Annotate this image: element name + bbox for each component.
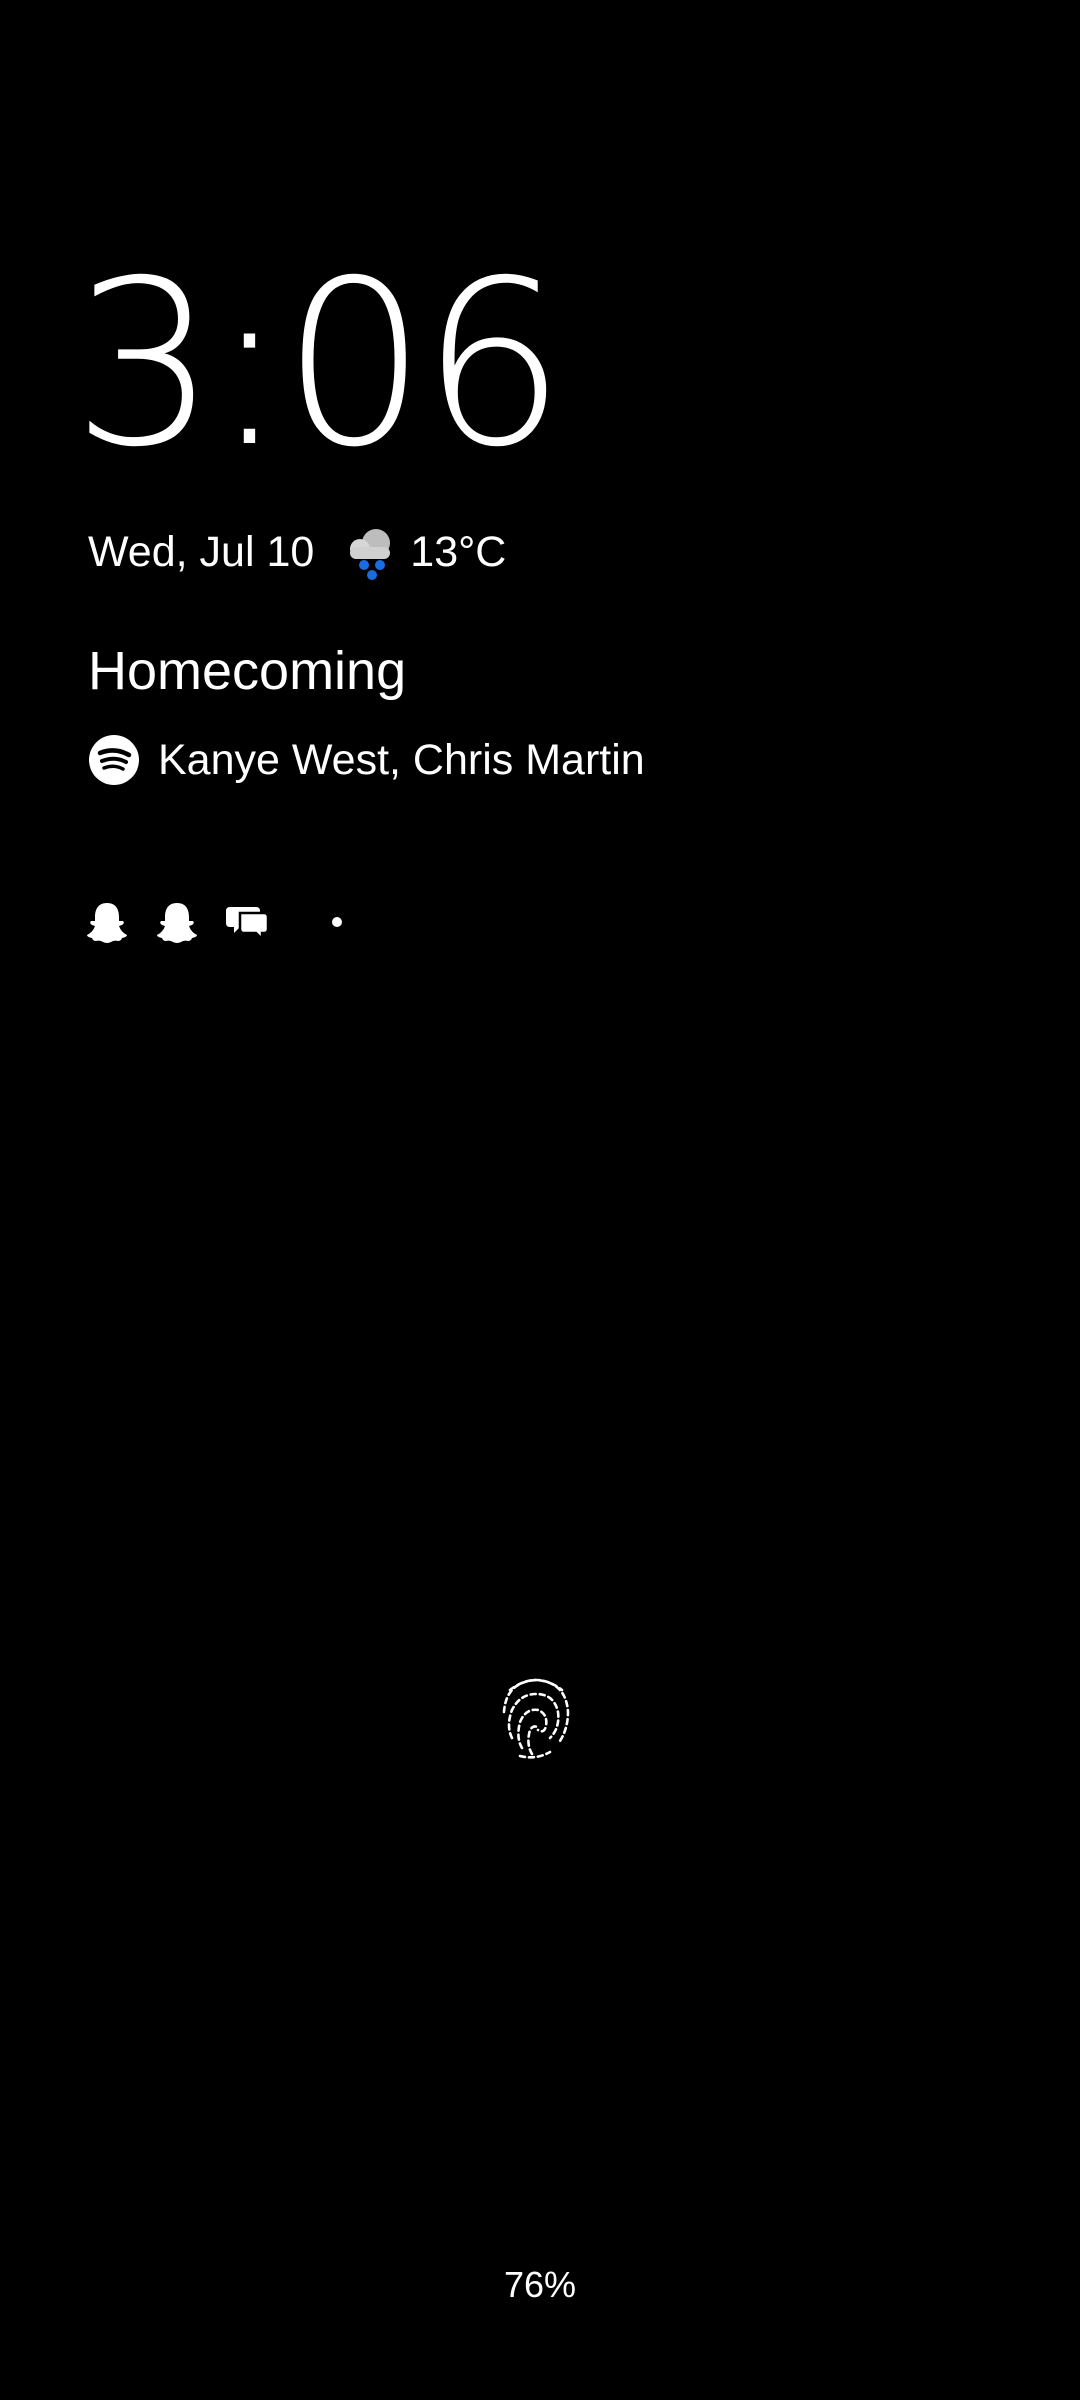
artist-text: Kanye West, Chris Martin xyxy=(158,735,645,784)
more-notifications-dot xyxy=(332,917,342,927)
notification-icons-row[interactable] xyxy=(84,896,342,948)
temperature-text: 13°C xyxy=(410,527,507,576)
date-weather-row[interactable]: Wed, Jul 10 13°C xyxy=(88,522,506,582)
spotify-icon xyxy=(89,735,139,785)
lockscreen-clock: 3:06 xyxy=(72,231,566,497)
media-artist-row[interactable]: Kanye West, Chris Martin xyxy=(88,730,645,790)
fingerprint-icon[interactable] xyxy=(500,1668,572,1760)
battery-percentage: 76% xyxy=(503,2264,577,2305)
date-text: Wed, Jul 10 xyxy=(88,527,315,576)
media-title[interactable]: Homecoming xyxy=(88,638,406,704)
messages-icon xyxy=(226,907,270,943)
snapchat-icon xyxy=(157,903,197,943)
rain-cloud-icon xyxy=(350,529,391,580)
snapchat-icon xyxy=(87,903,127,943)
